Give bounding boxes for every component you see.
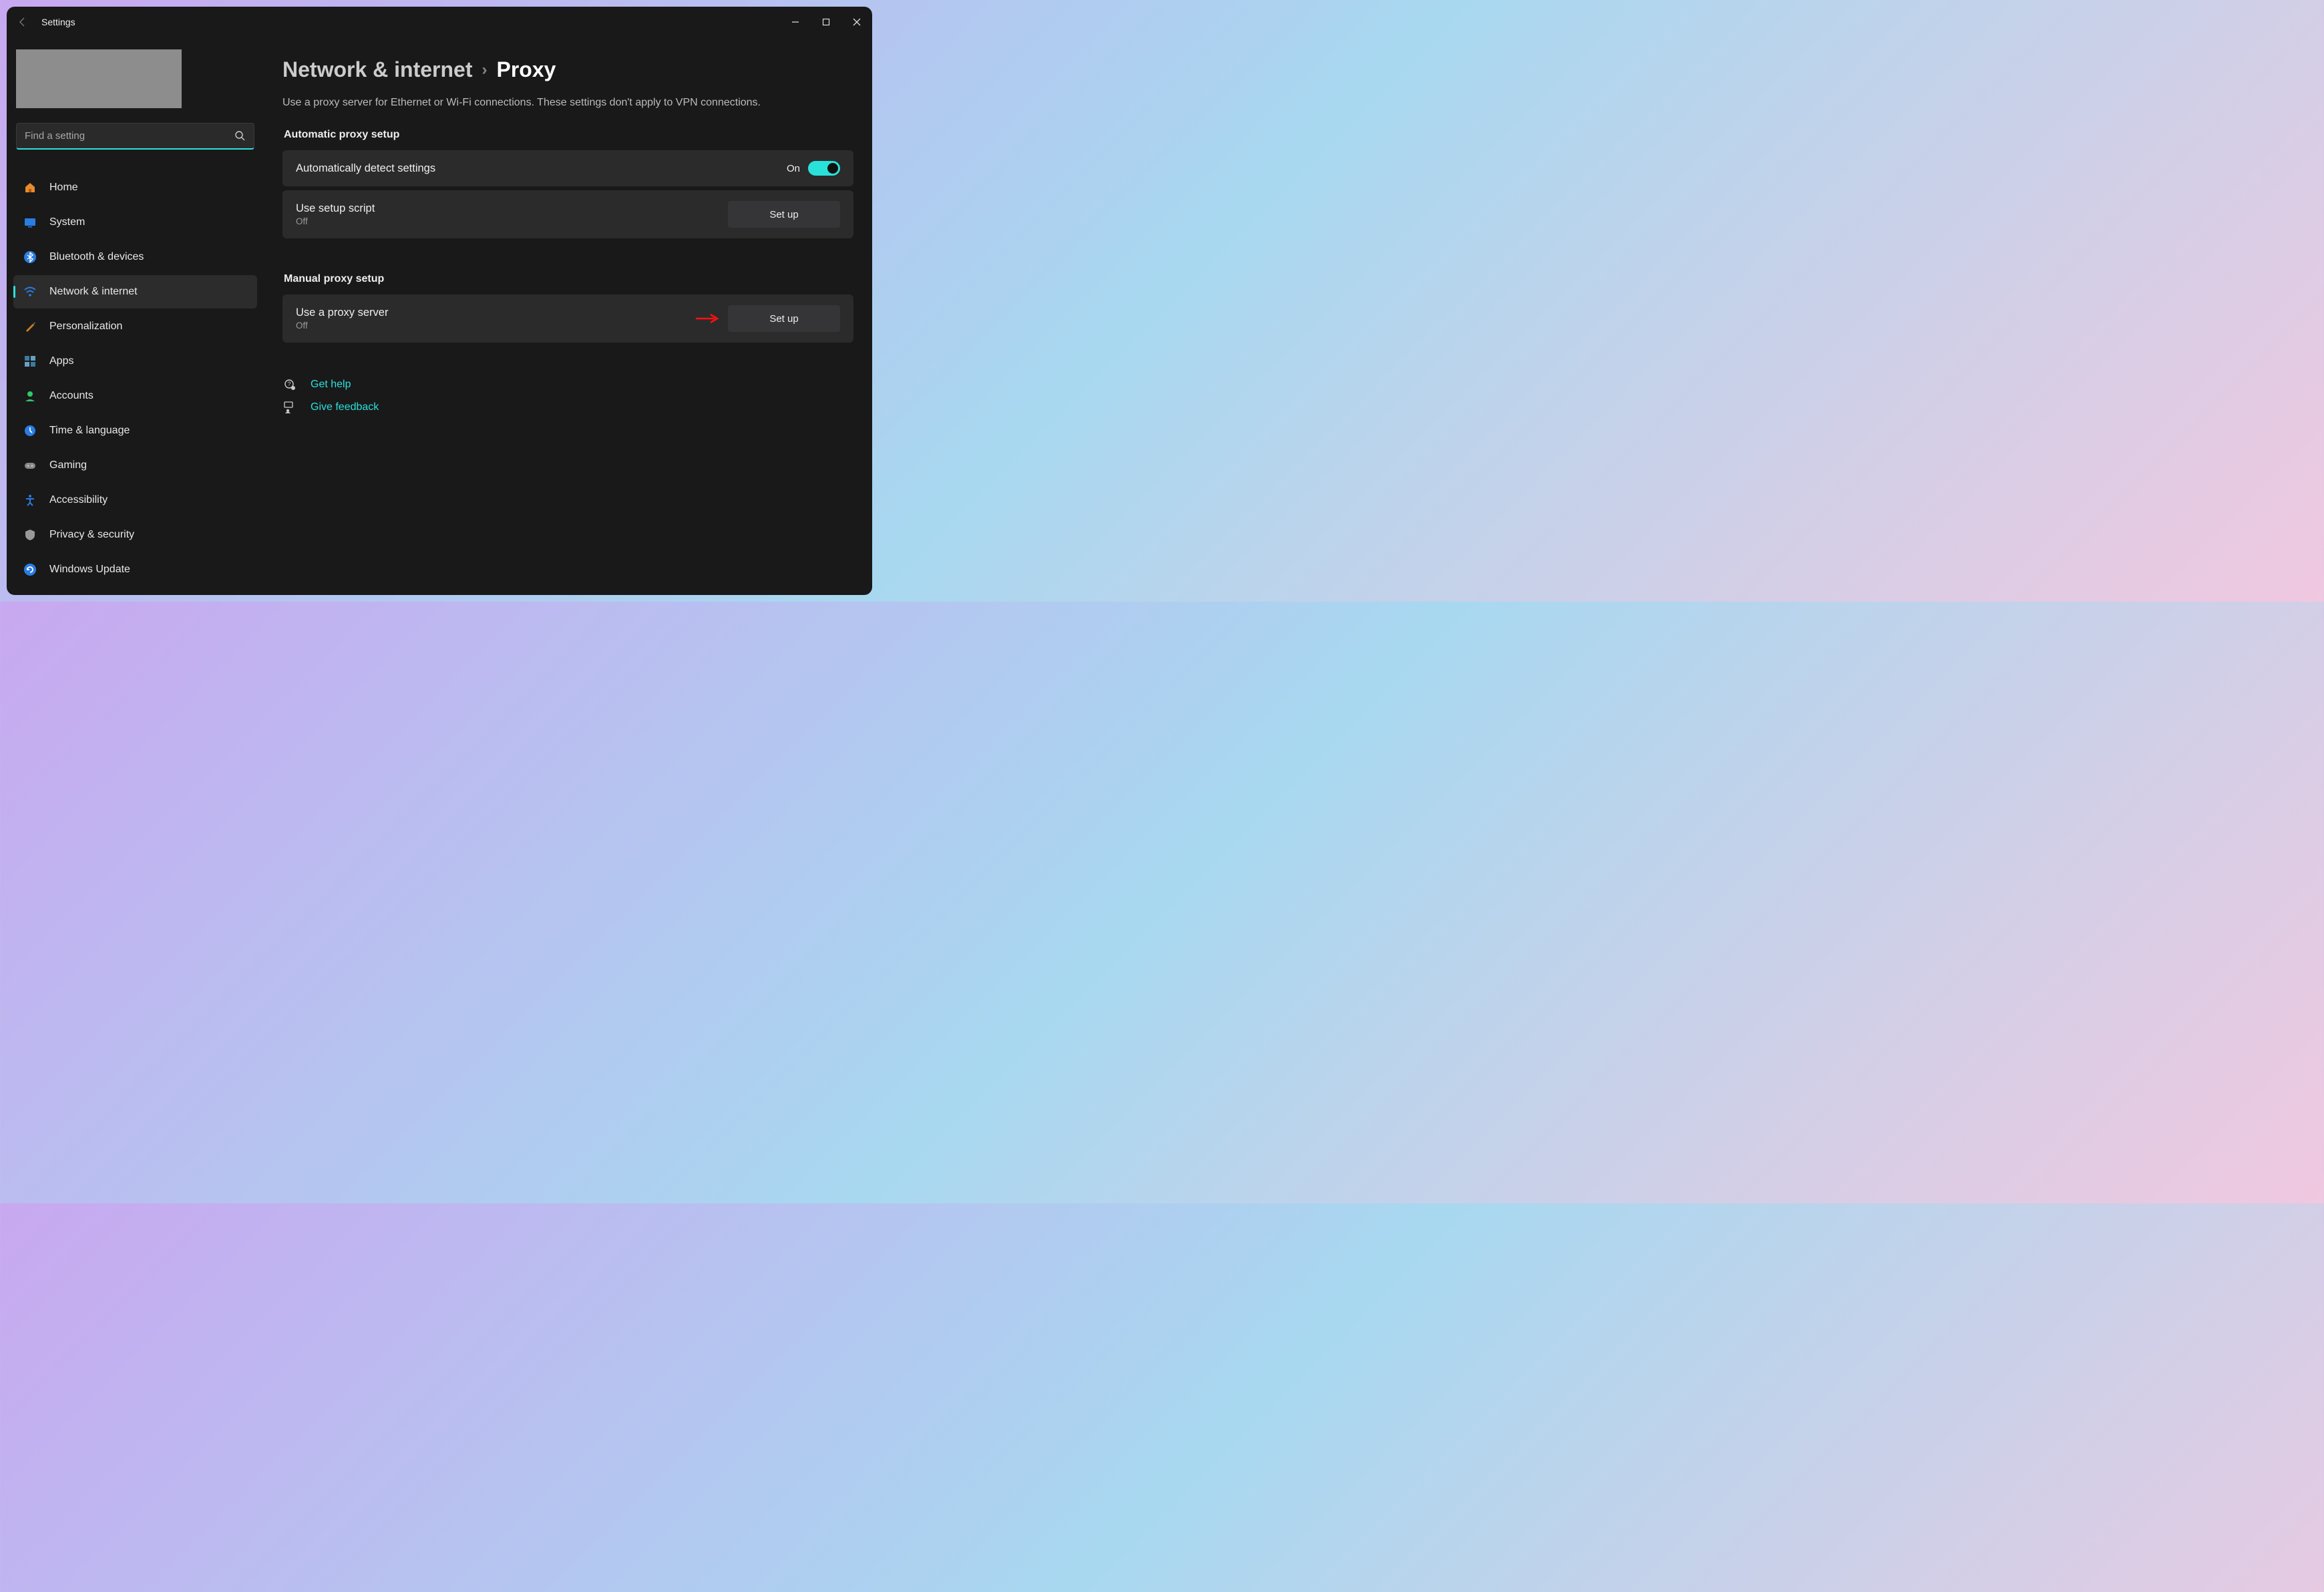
toggle-state-label: On xyxy=(787,163,800,174)
chevron-right-icon: › xyxy=(481,61,487,79)
content: Network & internet › Proxy Use a proxy s… xyxy=(264,37,872,595)
sidebar-item-network[interactable]: Network & internet xyxy=(13,275,257,309)
search-input[interactable] xyxy=(16,123,254,150)
feedback-link[interactable]: Give feedback xyxy=(282,400,853,415)
section-title-automatic: Automatic proxy setup xyxy=(284,129,853,141)
sidebar-item-accessibility[interactable]: Accessibility xyxy=(13,483,257,517)
profile-block[interactable] xyxy=(16,49,182,108)
sidebar-item-apps[interactable]: Apps xyxy=(13,345,257,378)
sidebar-item-label: Time & language xyxy=(49,425,130,437)
home-icon xyxy=(23,180,37,195)
apps-icon xyxy=(23,354,37,369)
feedback-icon xyxy=(282,400,297,415)
update-icon xyxy=(23,562,37,577)
accessibility-icon xyxy=(23,493,37,508)
help-icon: ? xyxy=(282,377,297,392)
nav: Home System Bluetooth & devices xyxy=(13,171,257,586)
auto-detect-toggle[interactable] xyxy=(808,161,840,176)
sidebar-item-home[interactable]: Home xyxy=(13,171,257,204)
close-button[interactable] xyxy=(841,7,872,37)
page-subtitle: Use a proxy server for Ethernet or Wi-Fi… xyxy=(282,97,853,109)
setup-script-button[interactable]: Set up xyxy=(728,201,840,228)
clock-icon xyxy=(23,423,37,438)
proxy-server-label: Use a proxy server xyxy=(296,307,388,319)
setup-script-card: Use setup script Off Set up xyxy=(282,190,853,238)
settings-window: Settings xyxy=(7,7,872,595)
proxy-server-setup-button[interactable]: Set up xyxy=(728,305,840,332)
person-icon xyxy=(23,389,37,403)
minimize-button[interactable] xyxy=(780,7,811,37)
breadcrumb: Network & internet › Proxy xyxy=(282,57,853,82)
app-title: Settings xyxy=(41,17,75,27)
gamepad-icon xyxy=(23,458,37,473)
sidebar-item-label: Windows Update xyxy=(49,564,130,576)
get-help-label: Get help xyxy=(311,379,351,391)
section-title-manual: Manual proxy setup xyxy=(284,273,853,285)
arrow-annotation-icon xyxy=(695,313,720,325)
sidebar-item-personalization[interactable]: Personalization xyxy=(13,310,257,343)
sidebar-item-accounts[interactable]: Accounts xyxy=(13,379,257,413)
setup-script-status: Off xyxy=(296,216,375,226)
sidebar-item-label: Accessibility xyxy=(49,494,108,506)
sidebar-item-label: Privacy & security xyxy=(49,529,134,541)
titlebar: Settings xyxy=(7,7,872,37)
shield-icon xyxy=(23,528,37,542)
brush-icon xyxy=(23,319,37,334)
feedback-label: Give feedback xyxy=(311,401,379,413)
sidebar-item-label: Bluetooth & devices xyxy=(49,251,144,263)
auto-detect-card: Automatically detect settings On xyxy=(282,150,853,186)
setup-script-label: Use setup script xyxy=(296,202,375,215)
proxy-server-status: Off xyxy=(296,321,388,331)
auto-detect-label: Automatically detect settings xyxy=(296,162,435,175)
sidebar-item-bluetooth[interactable]: Bluetooth & devices xyxy=(13,240,257,274)
sidebar-item-system[interactable]: System xyxy=(13,206,257,239)
sidebar-item-label: Apps xyxy=(49,355,73,367)
wifi-icon xyxy=(23,284,37,299)
sidebar-item-label: Home xyxy=(49,182,78,194)
breadcrumb-parent[interactable]: Network & internet xyxy=(282,57,472,82)
sidebar-item-label: Accounts xyxy=(49,390,93,402)
bluetooth-icon xyxy=(23,250,37,264)
sidebar-item-label: Gaming xyxy=(49,459,87,471)
get-help-link[interactable]: ? Get help xyxy=(282,377,853,392)
maximize-button[interactable] xyxy=(811,7,841,37)
toggle-knob xyxy=(827,163,838,174)
sidebar: Home System Bluetooth & devices xyxy=(7,37,264,595)
sidebar-item-gaming[interactable]: Gaming xyxy=(13,449,257,482)
sidebar-item-privacy[interactable]: Privacy & security xyxy=(13,518,257,552)
sidebar-item-time-language[interactable]: Time & language xyxy=(13,414,257,447)
svg-text:?: ? xyxy=(287,381,290,387)
system-icon xyxy=(23,215,37,230)
sidebar-item-label: Personalization xyxy=(49,321,122,333)
sidebar-item-label: Network & internet xyxy=(49,286,138,298)
sidebar-item-label: System xyxy=(49,216,85,228)
sidebar-item-windows-update[interactable]: Windows Update xyxy=(13,553,257,586)
breadcrumb-current: Proxy xyxy=(496,57,556,82)
search-icon xyxy=(234,130,245,144)
back-button[interactable] xyxy=(15,14,31,30)
proxy-server-card: Use a proxy server Off Set up xyxy=(282,294,853,343)
